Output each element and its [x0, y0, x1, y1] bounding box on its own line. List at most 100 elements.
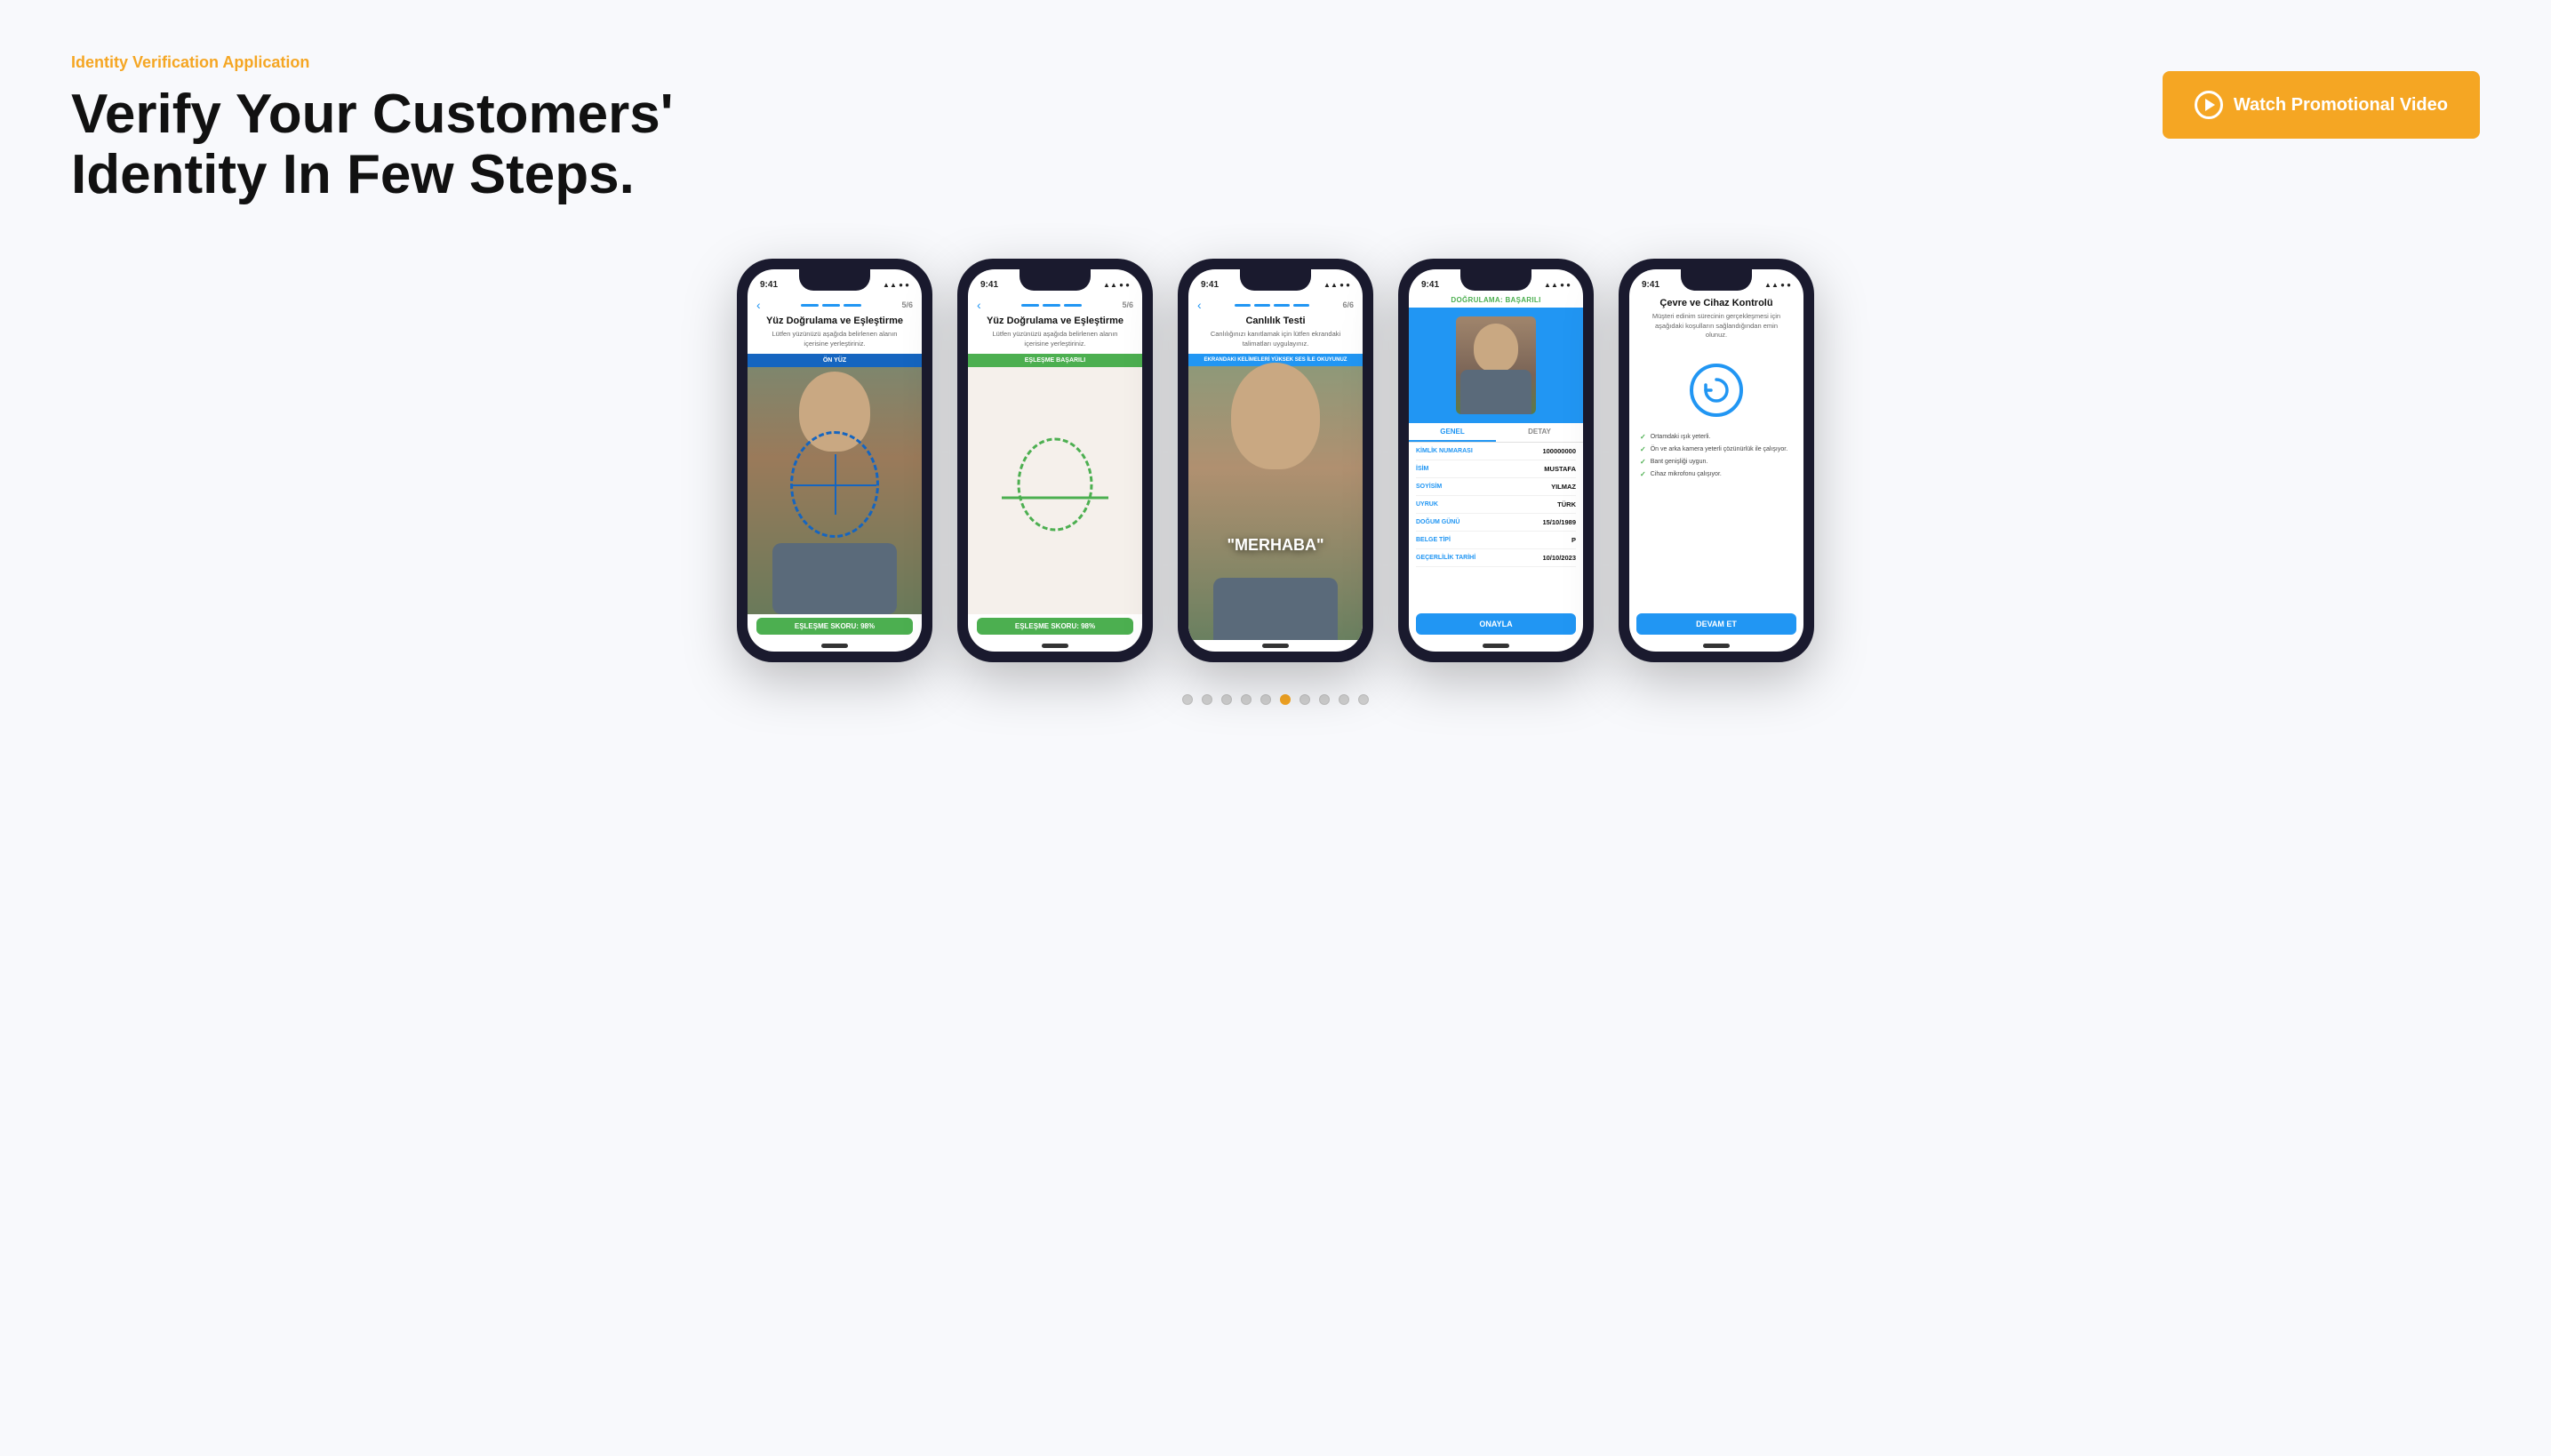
refresh-svg [1700, 374, 1732, 406]
info-row-5: BELGE TİPİ P [1416, 532, 1576, 549]
phone-5-screen: 9:41 ▲▲ ● ● Çevre ve Cihaz Kontrolü Müşt… [1629, 269, 1803, 652]
play-icon [2195, 91, 2223, 119]
info-row-2: SOYİSİM YILMAZ [1416, 478, 1576, 496]
phone-3-photo: "MERHABA" [1188, 354, 1363, 640]
phone-2-back[interactable]: ‹ [977, 298, 981, 312]
phone-5-subtitle: Müşteri edinim sürecinin gerçekleşmesi i… [1638, 312, 1795, 346]
check-list: ✓ Ortamdaki ışık yeterli. ✓ Ön ve arka k… [1640, 433, 1793, 478]
info-row-0: KİMLİK NUMARASI 100000000 [1416, 443, 1576, 460]
phone-1-wrapper: 9:41 ▲▲ ● ● ‹ 5/6 Yüz Doğrulama ve Eşleş… [737, 259, 932, 662]
phone-1-notch [799, 269, 870, 291]
phone-3-camera: EKRANDAKI KELİMELERİ YÜKSEK SES İLE OKUY… [1188, 354, 1363, 640]
phone-2-status-icons: ▲▲ ● ● [1103, 281, 1130, 289]
phone-1-progress [801, 304, 861, 307]
phone-5-content: ✓ Ortamdaki ışık yeterli. ✓ Ön ve arka k… [1629, 348, 1803, 611]
phone-3-notch [1240, 269, 1311, 291]
dot-7[interactable] [1299, 694, 1310, 705]
phone-1-nav: ‹ 5/6 [748, 294, 922, 316]
approve-button[interactable]: ONAYLA [1416, 613, 1576, 635]
success-label: DOĞRULAMA: BAŞARILI [1409, 294, 1583, 308]
dot-3[interactable] [1221, 694, 1232, 705]
phone-1-camera: ÖN YÜZ [748, 354, 922, 614]
phone-2-notch [1020, 269, 1091, 291]
header-section: Identity Verification Application Verify… [71, 53, 2480, 205]
tab-genel[interactable]: GENEL [1409, 423, 1496, 442]
prog1 [801, 304, 819, 307]
prog2 [822, 304, 840, 307]
body-silhouette-1 [772, 543, 897, 614]
dot-10[interactable] [1358, 694, 1369, 705]
phone-1-screen: 9:41 ▲▲ ● ● ‹ 5/6 Yüz Doğrulama ve Eşleş… [748, 269, 922, 652]
phone-1-home-indicator [748, 640, 922, 652]
dot-5[interactable] [1260, 694, 1271, 705]
phone-2-camera: EŞLEŞME BAŞARILI [968, 354, 1142, 614]
tab-detay[interactable]: DETAY [1496, 423, 1583, 442]
phone-1: 9:41 ▲▲ ● ● ‹ 5/6 Yüz Doğrulama ve Eşleş… [737, 259, 932, 662]
phone-1-bottom: EŞLEŞME SKORU: 98% [748, 614, 922, 640]
phone-4-photo [1456, 316, 1536, 414]
phone-2: 9:41 ▲▲ ● ● ‹ 5/6 Yüz Doğrulama ve Eşleş… [957, 259, 1153, 662]
phone-1-score: EŞLEŞME SKORU: 98% [756, 618, 913, 635]
phone-3-status-icons: ▲▲ ● ● [1323, 281, 1350, 289]
body-silhouette-3 [1213, 578, 1338, 640]
phone-1-back[interactable]: ‹ [756, 298, 761, 312]
page-subtitle: Identity Verification Application [71, 53, 673, 72]
watch-promotional-video-button[interactable]: Watch Promotional Video [2163, 71, 2480, 139]
phone-2-screen: 9:41 ▲▲ ● ● ‹ 5/6 Yüz Doğrulama ve Eşleş… [968, 269, 1142, 652]
face-circle-blue [790, 431, 879, 538]
face-line-green [1002, 496, 1108, 499]
phone-2-bottom: EŞLEŞME SKORU: 98% [968, 614, 1142, 640]
play-triangle-icon [2205, 99, 2215, 111]
check-item-0: ✓ Ortamdaki ışık yeterli. [1640, 433, 1793, 441]
title-area: Identity Verification Application Verify… [71, 53, 673, 205]
continue-button[interactable]: DEVAM ET [1636, 613, 1796, 635]
dot-2[interactable] [1202, 694, 1212, 705]
info-row-3: UYRUK TÜRK [1416, 496, 1576, 514]
phone-5-notch [1681, 269, 1752, 291]
face-silhouette-3 [1231, 363, 1320, 469]
phone-3-subtitle: Canlılığınızı kanıtlamak için lütfen ekr… [1188, 330, 1363, 354]
phone-3-screen: 9:41 ▲▲ ● ● ‹ 6/6 Canlılık Testi Canlılı… [1188, 269, 1363, 652]
phone-4-wrapper: 9:41 ▲▲ ● ● DOĞRULAMA: BAŞARILI GENEL DE… [1398, 259, 1594, 662]
dot-4[interactable] [1241, 694, 1252, 705]
phones-row: 9:41 ▲▲ ● ● ‹ 5/6 Yüz Doğrulama ve Eşleş… [71, 259, 2480, 662]
phone-4-status-icons: ▲▲ ● ● [1544, 281, 1571, 289]
dot-6[interactable] [1280, 694, 1291, 705]
phone-2-subtitle: Lütfen yüzünüzü aşağıda belirlenen alanı… [968, 330, 1142, 354]
dot-8[interactable] [1319, 694, 1330, 705]
phone-2-banner: EŞLEŞME BAŞARILI [968, 354, 1142, 367]
phone-4-screen: 9:41 ▲▲ ● ● DOĞRULAMA: BAŞARILI GENEL DE… [1409, 269, 1583, 652]
phone-2-nav: ‹ 5/6 [968, 294, 1142, 316]
info-row-4: DOĞUM GÜNÜ 15/10/1989 [1416, 514, 1576, 532]
phone-4: 9:41 ▲▲ ● ● DOĞRULAMA: BAŞARILI GENEL DE… [1398, 259, 1594, 662]
phone-4-info-table: KİMLİK NUMARASI 100000000 İSİM MUSTAFA S… [1409, 443, 1583, 610]
dot-1[interactable] [1182, 694, 1193, 705]
phone-3-wrapper: 9:41 ▲▲ ● ● ‹ 6/6 Canlılık Testi Canlılı… [1178, 259, 1373, 662]
check-item-3: ✓ Cihaz mikrofonu çalışıyor. [1640, 470, 1793, 478]
refresh-icon [1690, 364, 1743, 417]
phone-2-title: Yüz Doğrulama ve Eşleştirme [968, 316, 1142, 330]
phone-5-wrapper: 9:41 ▲▲ ● ● Çevre ve Cihaz Kontrolü Müşt… [1619, 259, 1814, 662]
phone-4-notch [1460, 269, 1531, 291]
page-title: Verify Your Customers' Identity In Few S… [71, 84, 673, 205]
phone-4-home-indicator [1409, 640, 1583, 652]
phone-3-title: Canlılık Testi [1188, 316, 1363, 330]
phone-3-nav: ‹ 6/6 [1188, 294, 1363, 316]
phone-2-progress [1021, 304, 1082, 307]
phone-2-score: EŞLEŞME SKORU: 98% [977, 618, 1133, 635]
merhaba-text: "MERHABA" [1227, 536, 1323, 555]
face-circle-green [1018, 437, 1093, 531]
check-item-1: ✓ Ön ve arka kamera yeterli çözünürlük i… [1640, 445, 1793, 453]
prog3 [844, 304, 861, 307]
phone-5-home-indicator [1629, 640, 1803, 652]
phone-4-tabs: GENEL DETAY [1409, 423, 1583, 443]
phone-5-status-icons: ▲▲ ● ● [1764, 281, 1791, 289]
dot-9[interactable] [1339, 694, 1349, 705]
phone-1-title: Yüz Doğrulama ve Eşleştirme [748, 316, 922, 330]
phone-5-header: Çevre ve Cihaz Kontrolü Müşteri edinim s… [1629, 294, 1803, 348]
phone-3-back[interactable]: ‹ [1197, 298, 1202, 312]
check-item-2: ✓ Bant genişliği uygun. [1640, 458, 1793, 466]
phone-4-success-header [1409, 308, 1583, 423]
phone-3-progress [1235, 304, 1309, 307]
phone-5: 9:41 ▲▲ ● ● Çevre ve Cihaz Kontrolü Müşt… [1619, 259, 1814, 662]
